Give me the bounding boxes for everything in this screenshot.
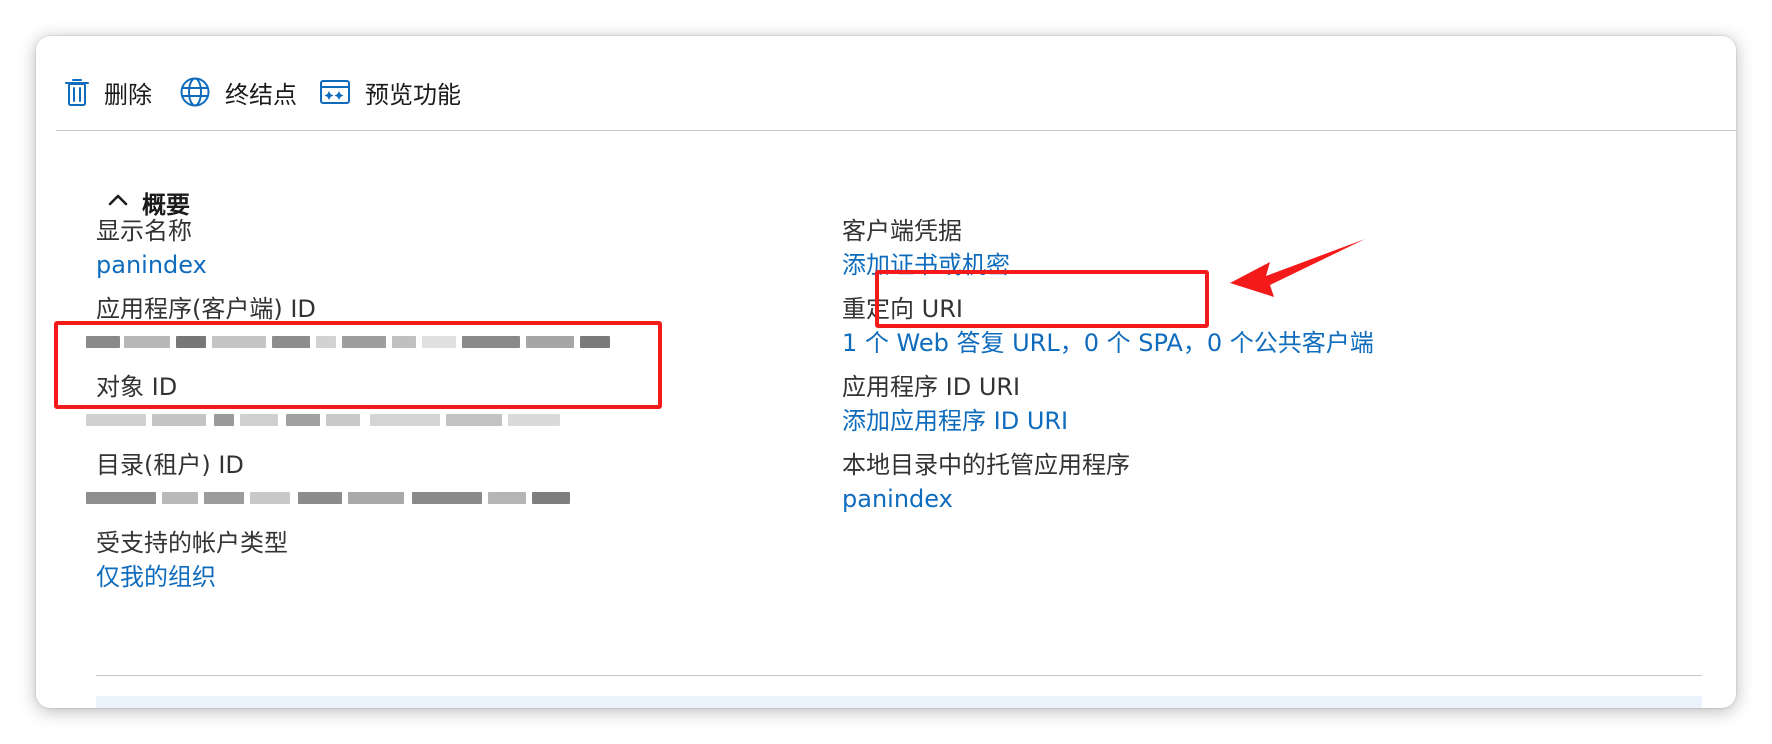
client-credentials-label: 客户端凭据 (842, 217, 962, 245)
account-types-field: 受支持的帐户类型 仅我的组织 (96, 526, 736, 594)
account-types-label: 受支持的帐户类型 (96, 529, 288, 557)
object-id-value-redacted (86, 406, 562, 434)
globe-icon (179, 76, 211, 108)
tenant-id-value-redacted (86, 484, 572, 512)
preview-features-label: 预览功能 (365, 80, 461, 109)
managed-app-field: 本地目录中的托管应用程序 panindex (842, 448, 1482, 516)
app-id-uri-label: 应用程序 ID URI (842, 373, 1021, 401)
preview-features-button[interactable]: 预览功能 (319, 72, 461, 112)
command-bar: 删除 终结点 预览功能 (36, 36, 1736, 132)
managed-app-link[interactable]: panindex (842, 482, 953, 516)
account-types-link[interactable]: 仅我的组织 (96, 560, 216, 594)
trash-icon (64, 77, 90, 107)
info-banner (96, 696, 1702, 708)
toolbar-divider (56, 130, 1736, 131)
tenant-id-field: 目录(租户) ID (86, 448, 736, 512)
preview-features-icon (319, 78, 351, 106)
highlight-box-client-id (54, 321, 662, 409)
redirect-uri-link[interactable]: 1 个 Web 答复 URL，0 个 SPA，0 个公共客户端 (842, 326, 1374, 360)
display-name-label: 显示名称 (96, 217, 192, 245)
highlight-box-client-credentials (875, 270, 1209, 328)
annotation-arrow-icon (1226, 236, 1376, 306)
section-bottom-divider (96, 675, 1702, 676)
delete-label: 删除 (104, 80, 152, 109)
tenant-id-label: 目录(租户) ID (96, 451, 244, 479)
display-name-field: 显示名称 panindex (96, 214, 736, 282)
add-app-id-uri-link[interactable]: 添加应用程序 ID URI (842, 404, 1068, 438)
endpoints-button[interactable]: 终结点 (179, 72, 297, 112)
app-id-uri-field: 应用程序 ID URI 添加应用程序 ID URI (842, 370, 1482, 438)
chevron-up-icon (106, 188, 130, 216)
display-name-link[interactable]: panindex (96, 248, 207, 282)
managed-app-label: 本地目录中的托管应用程序 (842, 451, 1130, 479)
delete-button[interactable]: 删除 (64, 72, 152, 112)
endpoints-label: 终结点 (225, 80, 297, 109)
